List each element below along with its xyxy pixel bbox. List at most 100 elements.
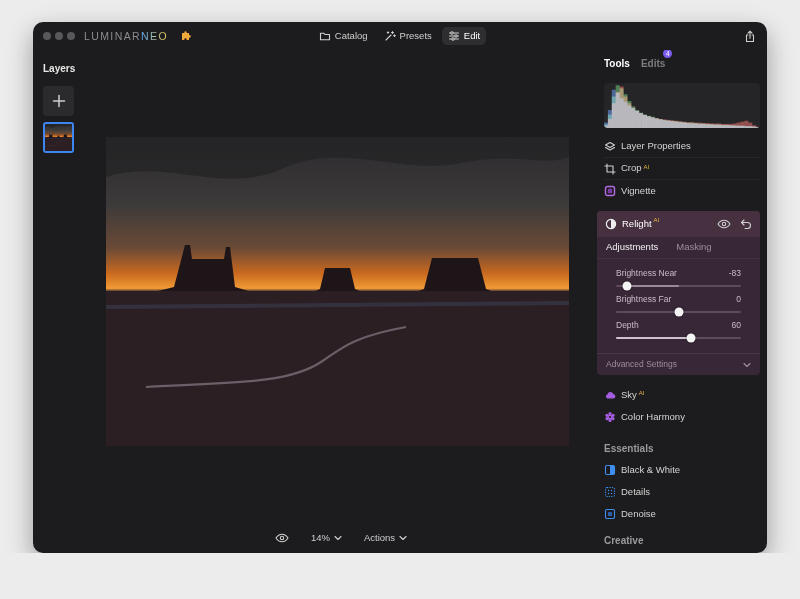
extensions-icon[interactable] bbox=[180, 30, 192, 42]
tool-item[interactable]: Vignette bbox=[604, 180, 760, 202]
panel-tab-label: Tools bbox=[604, 58, 630, 69]
layers-panel: Layers bbox=[33, 50, 105, 553]
actions-label: Actions bbox=[364, 531, 395, 545]
minimize-button[interactable] bbox=[55, 32, 63, 40]
actions-dropdown[interactable]: Actions bbox=[364, 531, 407, 545]
undo-icon[interactable] bbox=[740, 218, 752, 230]
histogram-bar bbox=[631, 106, 635, 128]
histogram-bar bbox=[682, 122, 686, 128]
histogram-bar bbox=[752, 125, 756, 128]
slider-label: Brightness Near bbox=[616, 268, 677, 279]
eye-icon[interactable] bbox=[275, 533, 289, 543]
histogram-bar bbox=[713, 124, 717, 129]
slider-header: Depth60 bbox=[616, 320, 741, 331]
histogram-bar bbox=[694, 124, 698, 129]
tool-item[interactable]: Color Harmony bbox=[604, 406, 760, 428]
slider-track[interactable] bbox=[616, 337, 741, 339]
slider-track[interactable] bbox=[616, 311, 741, 313]
histogram-bar bbox=[604, 123, 608, 128]
histogram-bar bbox=[639, 113, 643, 128]
title-right bbox=[486, 30, 756, 43]
histogram-bar bbox=[709, 124, 713, 128]
relight-actions bbox=[717, 218, 752, 230]
tool-item[interactable]: Denoise bbox=[604, 503, 760, 525]
layers-title: Layers bbox=[43, 62, 105, 75]
slider-handle[interactable] bbox=[674, 308, 683, 317]
relight-tab[interactable]: Masking bbox=[676, 240, 711, 254]
main-nav: CatalogPresetsEdit bbox=[313, 27, 486, 45]
histogram-bar bbox=[670, 121, 674, 128]
histogram-bar bbox=[655, 118, 659, 128]
layer-thumbnail[interactable] bbox=[43, 122, 74, 153]
histogram-bar bbox=[647, 116, 651, 128]
eye-icon[interactable] bbox=[717, 219, 731, 229]
share-icon[interactable] bbox=[744, 30, 756, 43]
tool-label: Sky bbox=[621, 388, 637, 402]
advanced-settings-toggle[interactable]: Advanced Settings bbox=[597, 353, 760, 375]
histogram-series bbox=[604, 90, 760, 128]
tool-section: EssentialsBlack & WhiteDetails Denoise bbox=[604, 437, 760, 525]
histogram-bar bbox=[635, 111, 639, 128]
panel-tab[interactable]: Edits4 bbox=[641, 58, 665, 70]
histogram-bar bbox=[616, 85, 620, 128]
histogram-bar bbox=[741, 126, 745, 128]
histogram-bar bbox=[643, 115, 647, 128]
histogram-bar bbox=[639, 113, 643, 128]
histogram-bar bbox=[616, 92, 620, 128]
tool-label: Vignette bbox=[621, 184, 656, 198]
section-title: Essentials bbox=[604, 437, 760, 459]
histogram-bar bbox=[737, 126, 741, 128]
histogram-bar bbox=[744, 121, 748, 128]
nav-tab[interactable]: Catalog bbox=[313, 27, 374, 45]
zoom-button[interactable] bbox=[67, 32, 75, 40]
nav-tab[interactable]: Edit bbox=[442, 27, 486, 45]
tool-item[interactable]: Layer Properties bbox=[604, 136, 760, 158]
black-white-icon bbox=[604, 464, 616, 476]
slider-track[interactable] bbox=[616, 285, 741, 287]
histogram-bar bbox=[624, 102, 628, 128]
chevron-down-icon bbox=[399, 535, 407, 541]
histogram-bar bbox=[744, 126, 748, 128]
nav-tab[interactable]: Presets bbox=[378, 27, 438, 45]
histogram-bar bbox=[756, 127, 760, 128]
histogram bbox=[604, 83, 760, 128]
add-layer-button[interactable] bbox=[43, 86, 74, 116]
histogram-bar bbox=[686, 122, 690, 128]
histogram-bar bbox=[729, 125, 733, 128]
histogram-bar bbox=[725, 124, 729, 128]
relight-icon bbox=[605, 218, 617, 230]
histogram-bar bbox=[674, 121, 678, 128]
relight-tabs: Adjustments Masking bbox=[597, 237, 760, 259]
tool-item[interactable]: SkyAI bbox=[604, 384, 760, 406]
tool-item[interactable]: Black & White bbox=[604, 459, 760, 481]
slider-handle[interactable] bbox=[687, 334, 696, 343]
zoom-dropdown[interactable]: 14% bbox=[311, 531, 342, 545]
relight-header[interactable]: RelightAI bbox=[597, 211, 760, 237]
histogram-bar bbox=[655, 119, 659, 128]
histogram-bar bbox=[643, 115, 647, 128]
panel-tab[interactable]: Tools bbox=[604, 58, 630, 70]
histogram-bar bbox=[752, 127, 756, 128]
edits-count-badge: 4 bbox=[663, 50, 672, 58]
logo-accent: NEO bbox=[141, 31, 168, 42]
tool-item[interactable]: Details bbox=[604, 481, 760, 503]
app-window: LUMINARNEOCatalogPresetsEdit Layers 14%A… bbox=[33, 22, 767, 553]
tool-list: Layer PropertiesCropAI Vignette bbox=[604, 136, 760, 202]
histogram-bar bbox=[647, 116, 651, 128]
presets-icon bbox=[384, 30, 396, 42]
histogram-bar bbox=[756, 127, 760, 128]
histogram-bar bbox=[717, 125, 721, 128]
close-button[interactable] bbox=[43, 32, 51, 40]
histogram-bar bbox=[631, 108, 635, 128]
tool-label: Denoise bbox=[621, 507, 656, 521]
histogram-bar bbox=[651, 117, 655, 128]
histogram-bar bbox=[620, 87, 624, 128]
layers-icon bbox=[604, 141, 616, 153]
relight-tab[interactable]: Adjustments bbox=[606, 240, 658, 254]
tool-list: SkyAIColor Harmony bbox=[604, 384, 760, 428]
slider-handle[interactable] bbox=[623, 282, 632, 291]
histogram-bar bbox=[725, 125, 729, 128]
relight-title: Relight bbox=[622, 217, 652, 231]
tool-item[interactable]: CropAI bbox=[604, 158, 760, 180]
histogram-bar bbox=[713, 124, 717, 128]
